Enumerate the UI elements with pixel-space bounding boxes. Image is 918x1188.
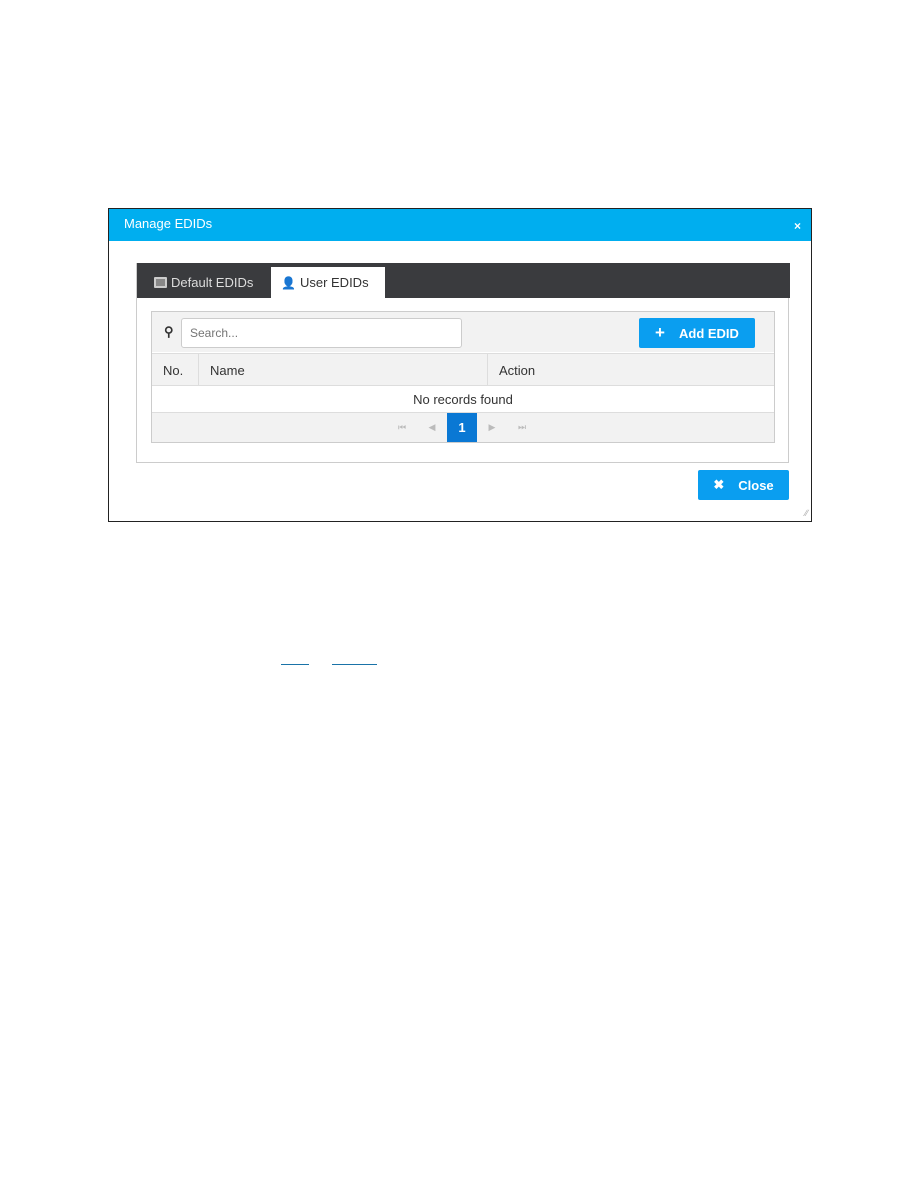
tab-label: User EDIDs — [299, 275, 369, 290]
next-page-button[interactable]: ▶ — [477, 413, 507, 442]
user-plus-icon: 👤 — [281, 275, 296, 290]
close-button[interactable]: ✖ Close — [698, 470, 789, 500]
link-underline — [281, 664, 309, 665]
empty-message: No records found — [152, 386, 774, 413]
dialog-title: Manage EDIDs — [124, 216, 213, 231]
manage-edids-dialog: Manage EDIDs × Default EDIDs 👤 User EDID… — [108, 208, 812, 522]
table-header: No. Name Action — [152, 353, 774, 386]
column-no[interactable]: No. — [152, 354, 199, 386]
tab-user-edids[interactable]: 👤 User EDIDs — [271, 267, 385, 298]
prev-page-button[interactable]: ◀ — [417, 413, 447, 442]
tab-default-edids[interactable]: Default EDIDs — [144, 267, 263, 298]
monitor-icon — [154, 277, 167, 288]
first-page-button[interactable]: ⏮ — [387, 413, 417, 442]
add-edid-label: Add EDID — [678, 325, 739, 341]
tab-panel: Default EDIDs 👤 User EDIDs ⚲ + Add EDID … — [136, 263, 790, 463]
search-icon: ⚲ — [164, 324, 174, 339]
close-x-icon: ✖ — [713, 477, 725, 492]
edid-table-container: ⚲ + Add EDID No. Name Action No records … — [151, 311, 775, 443]
link-underline — [332, 664, 377, 665]
close-icon[interactable]: × — [794, 219, 801, 233]
column-name[interactable]: Name — [199, 354, 488, 386]
tab-label: Default EDIDs — [171, 275, 254, 290]
plus-icon: + — [655, 323, 665, 342]
column-action[interactable]: Action — [488, 354, 774, 386]
add-edid-button[interactable]: + Add EDID — [639, 318, 755, 348]
dialog-header: Manage EDIDs × — [109, 209, 811, 241]
search-input[interactable] — [181, 318, 462, 348]
tab-bar: Default EDIDs 👤 User EDIDs — [137, 263, 790, 298]
resize-grip-icon[interactable]: ∕∕ — [805, 508, 808, 518]
pagination: ⏮ ◀ 1 ▶ ⏭ — [152, 413, 774, 442]
close-label: Close — [738, 477, 774, 493]
page-1-button[interactable]: 1 — [447, 413, 477, 442]
toolbar: ⚲ + Add EDID — [152, 312, 774, 352]
last-page-button[interactable]: ⏭ — [507, 413, 537, 442]
